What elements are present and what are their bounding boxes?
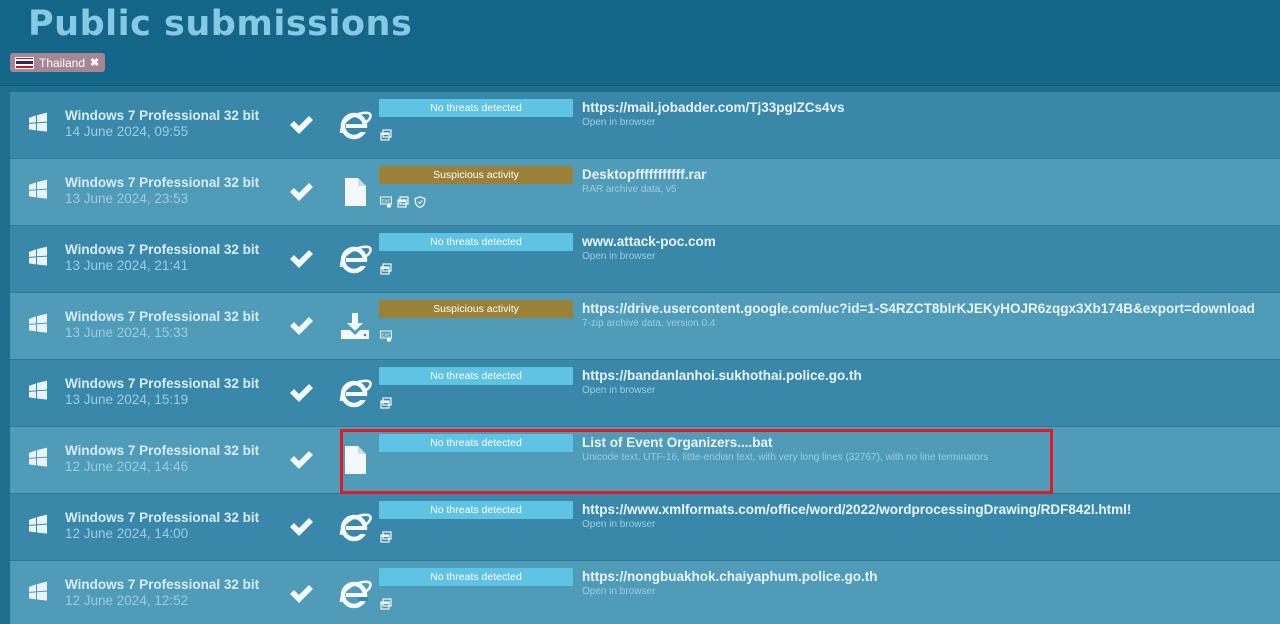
- verdict-badge[interactable]: No threats detected: [379, 367, 573, 385]
- submission-row[interactable]: Windows 7 Professional 32 bit 14 June 202…: [10, 92, 1280, 159]
- tag-icons: EXE: [380, 329, 392, 342]
- check-icon: [288, 449, 314, 471]
- tag-icons: [380, 530, 392, 543]
- file-icon: [338, 175, 372, 209]
- window-icon: [380, 128, 392, 141]
- ie-icon: [338, 376, 372, 410]
- svg-text:EXE: EXE: [381, 199, 390, 204]
- ie-icon: [338, 577, 372, 611]
- os-name: Windows 7 Professional 32 bit: [65, 108, 260, 123]
- verdict-badge[interactable]: No threats detected: [379, 99, 573, 117]
- thailand-flag-icon: [15, 56, 34, 69]
- check-icon: [288, 181, 314, 203]
- submission-row[interactable]: Windows 7 Professional 32 bit 13 June 202…: [10, 360, 1280, 427]
- svg-text:EXE: EXE: [381, 333, 390, 338]
- submission-date: 13 June 2024, 15:19: [65, 392, 189, 407]
- country-filter-tag[interactable]: Thailand ✖: [10, 53, 106, 72]
- verdict-badge[interactable]: No threats detected: [379, 501, 573, 519]
- submission-subject[interactable]: https://mail.jobadder.com/Tj33pgIZCs4vs: [582, 100, 845, 115]
- window-icon: [380, 597, 392, 610]
- check-icon: [288, 516, 314, 538]
- ie-icon: [338, 242, 372, 276]
- verdict-badge[interactable]: No threats detected: [379, 233, 573, 251]
- exe-icon: EXE: [380, 195, 392, 208]
- window-icon: [397, 195, 409, 208]
- windows-icon: [27, 380, 49, 402]
- submission-subject[interactable]: https://drive.usercontent.google.com/uc?…: [582, 301, 1255, 316]
- windows-icon: [27, 447, 49, 469]
- submission-row[interactable]: Windows 7 Professional 32 bit 13 June 202…: [10, 159, 1280, 226]
- close-icon[interactable]: ✖: [90, 56, 99, 69]
- submission-date: 12 June 2024, 12:52: [65, 593, 189, 608]
- submission-subject[interactable]: www.attack-poc.com: [582, 234, 716, 249]
- submission-date: 12 June 2024, 14:46: [65, 459, 189, 474]
- check-icon: [288, 583, 314, 605]
- page-header: Public submissions Thailand ✖: [0, 0, 1280, 86]
- tag-icons: [380, 262, 392, 275]
- check-icon: [288, 315, 314, 337]
- submission-subject[interactable]: List of Event Organizers....bat: [582, 435, 773, 450]
- submission-subject[interactable]: https://www.xmlformats.com/office/word/2…: [582, 502, 1131, 517]
- submission-subject[interactable]: https://nongbuakhok.chaiyaphum.police.go…: [582, 569, 878, 584]
- os-name: Windows 7 Professional 32 bit: [65, 443, 260, 458]
- submission-subtype: Unicode text, UTF-16, little-endian text…: [582, 452, 989, 463]
- windows-icon: [27, 246, 49, 268]
- tag-icons: [380, 597, 392, 610]
- download-icon: [338, 309, 372, 343]
- tag-icons: EXE: [380, 195, 426, 209]
- file-icon: [338, 443, 372, 477]
- verdict-badge[interactable]: Suspicious activity: [379, 300, 573, 318]
- check-icon: [288, 382, 314, 404]
- check-icon: [288, 248, 314, 270]
- submission-subtype: 7-zip archive data, version 0.4: [582, 318, 716, 329]
- submission-subtype: Open in browser: [582, 586, 656, 597]
- windows-icon: [27, 581, 49, 603]
- submission-subtype: Open in browser: [582, 385, 656, 396]
- submission-row[interactable]: Windows 7 Professional 32 bit 13 June 202…: [10, 293, 1280, 360]
- submission-subtype: RAR archive data, v5: [582, 184, 677, 195]
- tag-icons: [380, 396, 392, 409]
- submission-subtype: Open in browser: [582, 117, 656, 128]
- submission-date: 13 June 2024, 15:33: [65, 325, 189, 340]
- windows-icon: [27, 514, 49, 536]
- ie-icon: [338, 510, 372, 544]
- verdict-badge[interactable]: Suspicious activity: [379, 166, 573, 184]
- verdict-badge[interactable]: No threats detected: [379, 568, 573, 586]
- country-filter-label: Thailand: [39, 55, 86, 70]
- submission-row[interactable]: Windows 7 Professional 32 bit 12 June 202…: [10, 494, 1280, 561]
- os-name: Windows 7 Professional 32 bit: [65, 510, 260, 525]
- check-icon: [288, 114, 314, 136]
- window-icon: [380, 262, 392, 275]
- tag-icons: [380, 128, 392, 141]
- verdict-badge[interactable]: No threats detected: [379, 434, 573, 452]
- submission-row[interactable]: Windows 7 Professional 32 bit 12 June 202…: [10, 427, 1280, 494]
- submission-subject[interactable]: Desktopfffffffffff.rar: [582, 167, 706, 182]
- submission-row[interactable]: Windows 7 Professional 32 bit 12 June 202…: [10, 561, 1280, 624]
- submission-date: 13 June 2024, 21:41: [65, 258, 189, 273]
- submission-date: 12 June 2024, 14:00: [65, 526, 189, 541]
- submissions-list: Windows 7 Professional 32 bit 14 June 202…: [10, 92, 1280, 624]
- os-name: Windows 7 Professional 32 bit: [65, 577, 260, 592]
- page-title: Public submissions: [28, 4, 413, 44]
- submission-date: 13 June 2024, 23:53: [65, 191, 189, 206]
- submission-subject[interactable]: https://bandanlanhoi.sukhothai.police.go…: [582, 368, 862, 383]
- os-name: Windows 7 Professional 32 bit: [65, 309, 260, 324]
- ie-icon: [338, 108, 372, 142]
- submission-subtype: Open in browser: [582, 251, 656, 262]
- os-name: Windows 7 Professional 32 bit: [65, 376, 260, 391]
- window-icon: [380, 530, 392, 543]
- windows-icon: [27, 112, 49, 134]
- window-icon: [380, 396, 392, 409]
- windows-icon: [27, 313, 49, 335]
- submission-date: 14 June 2024, 09:55: [65, 124, 189, 139]
- shield-icon: [414, 195, 426, 209]
- os-name: Windows 7 Professional 32 bit: [65, 175, 260, 190]
- submission-row[interactable]: Windows 7 Professional 32 bit 13 June 202…: [10, 226, 1280, 293]
- exe-icon: EXE: [380, 329, 392, 342]
- submission-subtype: Open in browser: [582, 519, 656, 530]
- os-name: Windows 7 Professional 32 bit: [65, 242, 260, 257]
- windows-icon: [27, 179, 49, 201]
